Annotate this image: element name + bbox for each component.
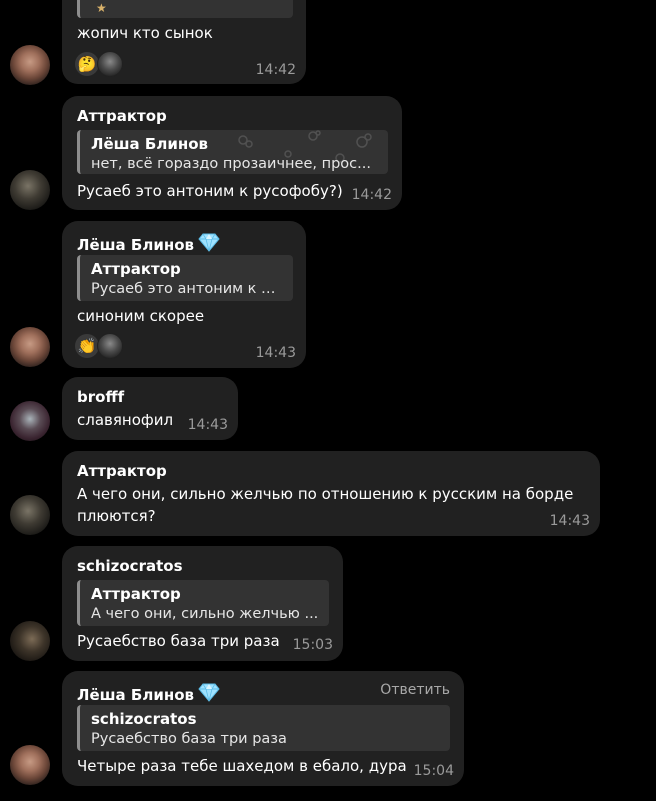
avatar[interactable] [10, 621, 50, 661]
reply-quote[interactable]: schizocratos Русаебство база три раза [77, 705, 450, 751]
reply-quote[interactable]: Аттрактор А чего они, сильно желчью ... [77, 580, 329, 626]
sender-name[interactable]: brofff [77, 388, 124, 406]
reactions-row[interactable]: 🤔 [75, 51, 123, 77]
avatar[interactable] [10, 745, 50, 785]
reaction-user-avatar [97, 333, 123, 359]
sender-name-text: Лёша Блинов [77, 236, 194, 254]
message-text: синоним скорее [77, 307, 205, 325]
message-time: 14:43 [255, 345, 296, 361]
quote-sender: Лёша Блинов [91, 135, 208, 153]
avatar[interactable] [10, 495, 50, 535]
message-time: 15:04 [413, 763, 454, 779]
sender-name[interactable]: Лёша Блинов [77, 232, 220, 254]
message-time: 14:43 [549, 513, 590, 529]
message-bubble[interactable]: brofff славянофил 14:43 [62, 377, 238, 440]
clapping-hands-icon[interactable]: 👏 [75, 334, 99, 358]
quote-sender: Аттрактор [91, 260, 181, 278]
quote-text: Русаебство база три раза [91, 731, 287, 747]
sender-name[interactable]: Лёша Блинов [77, 682, 220, 704]
message-time: 14:42 [351, 187, 392, 203]
message-bubble[interactable]: schizocratos Аттрактор А чего они, сильн… [62, 546, 343, 661]
reply-quote[interactable]: Лёша Блинов нет, всё гораздо прозаичнее,… [77, 130, 388, 174]
message-bubble[interactable]: Аттрактор А чего они, сильно желчью по о… [62, 451, 600, 536]
reply-quote[interactable]: Аттрактор Русаеб это антоним к р... [77, 255, 293, 301]
message-text: жопич кто сынок [77, 24, 213, 42]
reply-button[interactable]: Ответить [380, 682, 450, 698]
message-bubble[interactable]: Аттрактор Лёша Блинов нет, всё гораздо п… [62, 96, 402, 210]
avatar[interactable] [10, 401, 50, 441]
sender-name[interactable]: schizocratos [77, 557, 183, 575]
quote-sender: Аттрактор [91, 585, 181, 603]
gem-icon [198, 233, 220, 252]
quote-text: А чего они, сильно желчью ... [91, 606, 319, 622]
reactions-row[interactable]: 👏 [75, 333, 123, 359]
message-time: 14:42 [255, 62, 296, 78]
reaction-user-avatar [97, 51, 123, 77]
sender-name-text: Лёша Блинов [77, 686, 194, 704]
message-bubble[interactable]: Лёша Блинов Аттрактор Русаеб это антоним… [62, 221, 306, 368]
quote-text: Русаеб это антоним к р... [91, 281, 283, 297]
quote-sender: schizocratos [91, 710, 197, 728]
message-text: славянофил [77, 411, 174, 429]
avatar[interactable] [10, 327, 50, 367]
quote-fragment-icon: ★ [77, 0, 293, 18]
message-bubble[interactable]: Лёша Блинов Ответить schizocratos Русаеб… [62, 671, 464, 786]
message-text: Русаебство база три раза [77, 632, 280, 650]
message-text-line-1: А чего они, сильно желчью по отношению к… [77, 485, 574, 503]
avatar[interactable] [10, 170, 50, 210]
quote-text: нет, всё гораздо прозаичнее, прос... [91, 156, 371, 172]
message-bubble[interactable]: ★ жопич кто сынок 🤔 14:42 [62, 0, 306, 84]
sender-name[interactable]: Аттрактор [77, 462, 167, 480]
thinking-face-icon[interactable]: 🤔 [75, 52, 99, 76]
message-text: Четыре раза тебе шахедом в ебало, дура [77, 757, 407, 775]
message-time: 14:43 [187, 417, 228, 433]
message-text: Русаеб это антоним к русофобу?) [77, 182, 343, 200]
sender-name[interactable]: Аттрактор [77, 107, 167, 125]
gem-icon [198, 683, 220, 702]
message-time: 15:03 [292, 637, 333, 653]
message-text-line-2: плюются? [77, 507, 156, 525]
avatar[interactable] [10, 45, 50, 85]
